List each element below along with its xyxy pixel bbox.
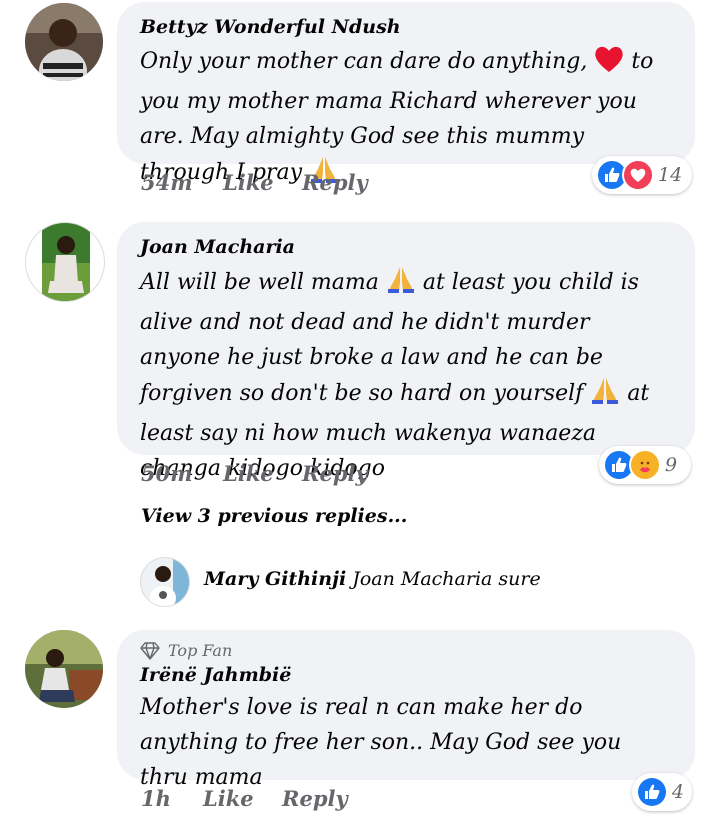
red-heart-icon [594, 45, 624, 84]
comment-author[interactable]: Irënë Jahmbië [140, 662, 673, 688]
praying-hands-icon [590, 375, 620, 416]
comment-bubble: Bettyz Wonderful Ndush Only your mother … [117, 2, 695, 185]
top-fan-badge: Top Fan [140, 640, 673, 662]
reply-author[interactable]: Mary Githinji [204, 568, 346, 590]
like-button[interactable]: Like [203, 786, 254, 811]
reactions-summary[interactable]: 9 [599, 446, 691, 484]
timestamp[interactable]: 50m [141, 461, 192, 486]
reaction-count: 9 [665, 454, 678, 476]
reactions-summary[interactable]: 4 [632, 773, 692, 811]
timestamp[interactable]: 1h [141, 786, 171, 811]
comment-text: Mother's love is real n can make her do … [140, 695, 622, 790]
reply-button[interactable]: Reply [282, 786, 348, 811]
reply-button[interactable]: Reply [302, 461, 368, 486]
reply-mention[interactable]: Joan Macharia [352, 568, 492, 590]
avatar[interactable] [25, 222, 105, 302]
comment-author[interactable]: Joan Macharia [140, 234, 673, 260]
praying-hands-icon [386, 264, 416, 305]
timestamp[interactable]: 54m [141, 170, 192, 195]
comment-bubble: Top Fan Irënë Jahmbië Mother's love is r… [117, 630, 695, 790]
comment-text-part: All will be well mama [140, 270, 379, 295]
avatar-photo [26, 223, 104, 301]
reply-preview[interactable]: Mary Githinji Joan Macharia sure [204, 568, 541, 590]
avatar-photo [25, 3, 103, 81]
care-reaction-icon [629, 449, 661, 481]
diamond-icon [140, 642, 160, 660]
comment-bubble: Joan Macharia All will be well mama at l… [117, 222, 695, 481]
love-reaction-icon [622, 159, 654, 191]
avatar[interactable] [25, 630, 103, 708]
like-button[interactable]: Like [223, 461, 274, 486]
comment-author[interactable]: Bettyz Wonderful Ndush [140, 14, 673, 40]
badge-label: Top Fan [168, 641, 233, 660]
reactions-summary[interactable]: 14 [592, 156, 692, 194]
comment-text-part: Only your mother can dare do anything, [140, 49, 588, 74]
reply-button[interactable]: Reply [302, 170, 368, 195]
comment-text: All will be well mama at least you child… [140, 264, 673, 486]
avatar[interactable] [140, 557, 190, 607]
avatar-photo [141, 558, 189, 606]
like-reaction-icon [636, 776, 668, 808]
like-button[interactable]: Like [223, 170, 274, 195]
avatar-photo [25, 630, 103, 708]
reaction-count: 14 [658, 164, 683, 186]
view-previous-replies-link[interactable]: View 3 previous replies... [141, 505, 407, 527]
reaction-count: 4 [671, 781, 684, 803]
avatar[interactable] [25, 3, 103, 81]
reply-text: sure [498, 568, 541, 590]
